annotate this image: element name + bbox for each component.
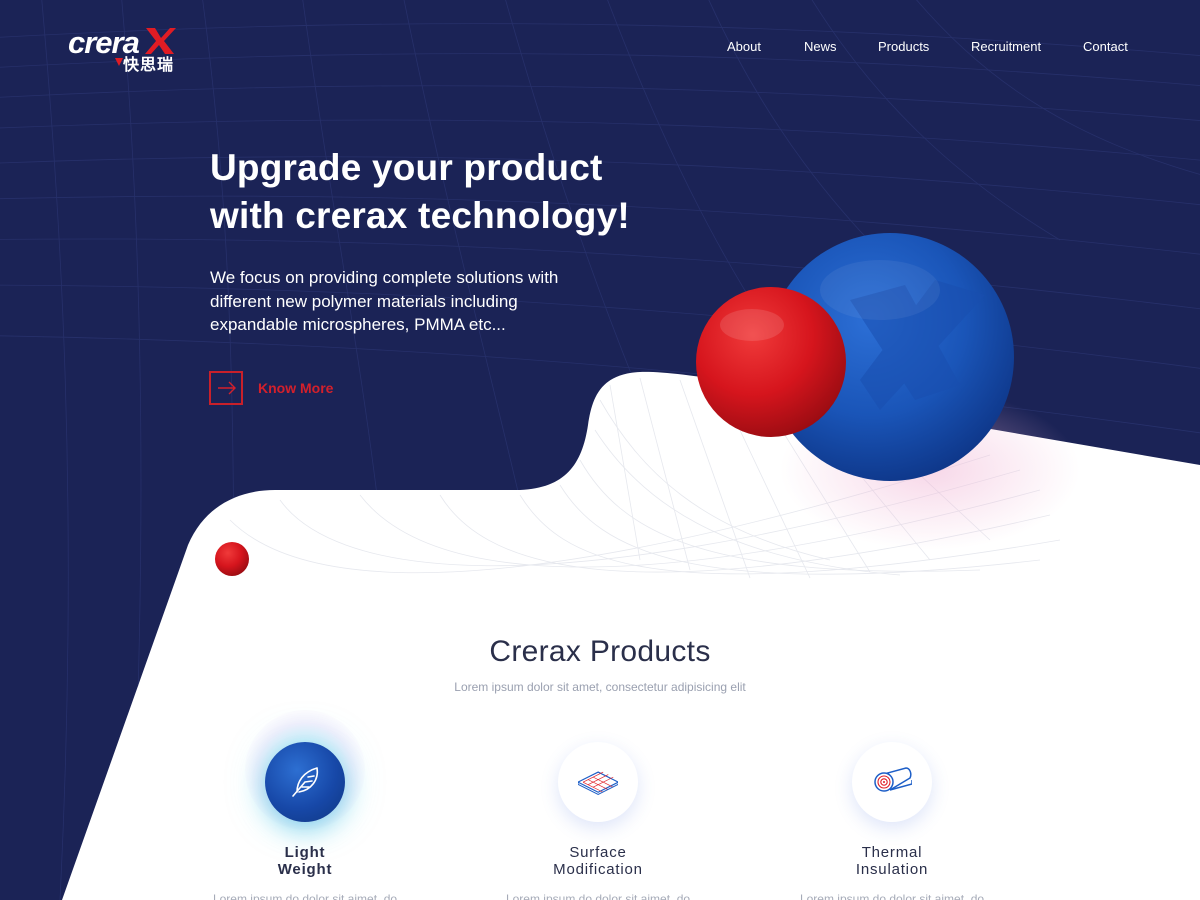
nav-about[interactable]: About xyxy=(727,38,761,56)
product-label: Thermal Insulation xyxy=(772,844,1012,878)
logo-accent xyxy=(115,58,123,66)
know-more-label: Know More xyxy=(258,380,334,396)
nav-recruitment[interactable]: Recruitment xyxy=(971,38,1041,56)
red-sphere xyxy=(696,287,846,437)
hero-title-line1: Upgrade your product xyxy=(210,147,603,188)
product-card-surface-modification[interactable]: Surface Modification Lorem ipsum do dolo… xyxy=(478,730,718,900)
product-label-line2: Weight xyxy=(277,861,333,878)
product-label-line1: Surface xyxy=(569,844,627,861)
page: crera 快思瑞 About News Products Recruitmen… xyxy=(0,0,1200,900)
hero-title: Upgrade your product with crerax technol… xyxy=(210,144,730,240)
main-nav: About News Products Recruitment Contact xyxy=(0,38,1200,58)
hero-desc-line1: We focus on providing complete solutions… xyxy=(210,268,559,287)
product-description: Lorem ipsum do dolor sit aimet, do xyxy=(212,892,398,900)
product-label: Surface Modification xyxy=(478,844,718,878)
hero-title-line2: with crerax technology! xyxy=(210,195,630,236)
nav-contact[interactable]: Contact xyxy=(1083,38,1128,56)
surface-grid-icon xyxy=(578,771,618,795)
product-description: Lorem ipsum do dolor sit aimet, do xyxy=(799,892,985,900)
hero-desc-line3: expandable microspheres, PMMA etc... xyxy=(210,315,506,334)
hero-desc-line2: different new polymer materials includin… xyxy=(210,291,518,311)
insulation-roll-icon-badge xyxy=(852,742,932,822)
nav-products[interactable]: Products xyxy=(878,38,929,56)
product-label-line2: Modification xyxy=(553,861,643,878)
product-card-thermal-insulation[interactable]: Thermal Insulation Lorem ipsum do dolor … xyxy=(772,730,1012,900)
arrow-right-icon xyxy=(209,371,243,405)
small-red-sphere xyxy=(215,542,249,576)
insulation-roll-icon xyxy=(874,767,912,792)
nav-news[interactable]: News xyxy=(804,38,837,56)
logo-chinese: 快思瑞 xyxy=(123,55,175,74)
product-label-line2: Insulation xyxy=(855,861,929,878)
hero-description: We focus on providing complete solutions… xyxy=(210,266,630,337)
products-section-subtitle: Lorem ipsum dolor sit amet, consectetur … xyxy=(454,680,746,694)
product-label-line1: Thermal xyxy=(861,844,923,861)
surface-grid-icon-badge xyxy=(558,742,638,822)
product-label-line1: Light xyxy=(284,844,326,861)
feather-icon xyxy=(292,767,319,797)
products-section-title: Crerax Products xyxy=(489,635,711,668)
product-description: Lorem ipsum do dolor sit aimet, do xyxy=(505,892,691,900)
know-more-button[interactable]: Know More xyxy=(209,371,369,405)
feather-icon-badge xyxy=(265,742,345,822)
product-card-light-weight[interactable]: Light Weight Lorem ipsum do dolor sit ai… xyxy=(185,710,425,900)
product-label: Light Weight xyxy=(185,844,425,878)
